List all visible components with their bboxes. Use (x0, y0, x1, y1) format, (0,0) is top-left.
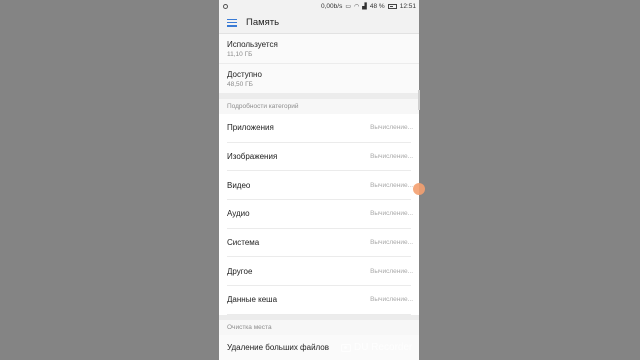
category-row-video[interactable]: Видео Вычисление... (227, 171, 413, 201)
category-row-apps[interactable]: Приложения Вычисление... (227, 114, 413, 143)
storage-available-label: Доступно (227, 69, 262, 79)
wifi-icon: ◠ (354, 3, 360, 10)
category-status: Вычисление... (370, 267, 413, 275)
phone-screen: 0,00b/s ▭ ◠ ▟ 48 % 12:51 Память Использу… (219, 0, 419, 360)
signal-icon: ▟ (362, 3, 367, 10)
storage-used-label: Используется (227, 39, 278, 49)
category-label: Изображения (227, 152, 278, 162)
status-time: 12:51 (399, 2, 416, 10)
category-label: Аудио (227, 209, 250, 219)
categories-header: Подробности категорий (219, 99, 419, 114)
storage-available-row: Доступно 48,50 ГБ (219, 64, 419, 94)
category-row-other[interactable]: Другое Вычисление... (227, 257, 413, 287)
hamburger-menu-icon[interactable] (227, 18, 237, 27)
cleanup-header: Очистка места (219, 319, 419, 335)
category-label: Приложения (227, 123, 274, 133)
battery-percent: 48 % (369, 2, 385, 10)
category-status: Вычисление... (370, 181, 413, 189)
recorder-watermark: DU Recorder (341, 342, 412, 353)
storage-content: Используется 11,10 ГБ Доступно 48,50 ГБ … (219, 34, 419, 360)
category-label: Другое (227, 266, 253, 276)
category-status: Вычисление... (370, 153, 413, 161)
storage-used-row: Используется 11,10 ГБ (219, 34, 419, 64)
alarm-icon (223, 3, 228, 9)
storage-available-value: 48,50 ГБ (227, 80, 253, 88)
watermark-text: DU Recorder (354, 342, 413, 353)
scrollbar-thumb[interactable] (418, 90, 420, 110)
category-status: Вычисление... (370, 124, 413, 132)
category-label: Видео (227, 180, 251, 190)
category-row-audio[interactable]: Аудио Вычисление... (227, 200, 413, 229)
category-status: Вычисление... (370, 239, 413, 247)
network-speed: 0,00b/s (321, 2, 343, 10)
touch-indicator-icon (413, 183, 425, 195)
camera-icon (341, 343, 351, 352)
storage-used-value: 11,10 ГБ (227, 50, 253, 58)
battery-icon (387, 3, 397, 9)
vibrate-icon: ▭ (345, 3, 352, 10)
category-status: Вычисление... (370, 210, 413, 218)
category-label: Система (227, 238, 260, 248)
status-bar: 0,00b/s ▭ ◠ ▟ 48 % 12:51 (219, 0, 419, 12)
category-row-cache[interactable]: Данные кеша Вычисление... (227, 286, 413, 315)
category-row-images[interactable]: Изображения Вычисление... (227, 143, 413, 172)
category-row-system[interactable]: Система Вычисление... (227, 229, 413, 258)
category-list: Приложения Вычисление... Изображения Выч… (219, 114, 419, 315)
app-bar: Память (219, 12, 419, 34)
category-status: Вычисление... (370, 296, 413, 304)
category-label: Данные кеша (227, 295, 278, 305)
page-title: Память (246, 17, 280, 28)
